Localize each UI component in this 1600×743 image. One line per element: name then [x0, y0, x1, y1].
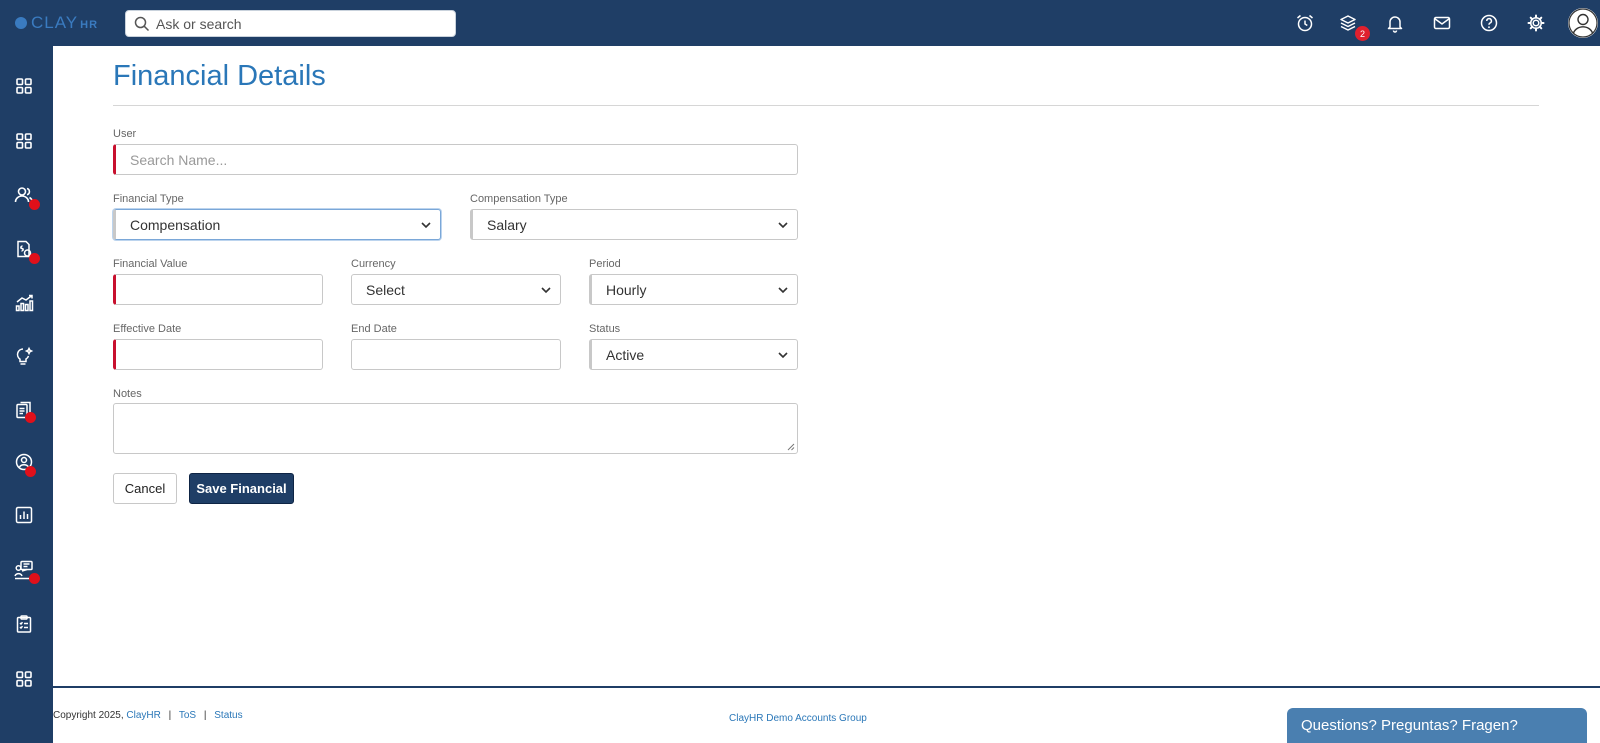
alarm-clock-icon[interactable] — [1293, 11, 1317, 35]
save-financial-button[interactable]: Save Financial — [189, 473, 294, 504]
chevron-down-icon — [778, 287, 788, 294]
title-divider — [113, 105, 1539, 106]
effective-date-input[interactable] — [113, 339, 323, 370]
currency-label: Currency — [351, 258, 396, 270]
financial-type-value: Compensation — [130, 216, 221, 233]
user-label: User — [113, 128, 137, 140]
copyright-text: Copyright 2025, — [53, 710, 124, 721]
notes-textarea[interactable] — [113, 403, 798, 454]
person-alert-dot — [25, 466, 36, 477]
period-select[interactable]: Hourly — [589, 274, 798, 305]
lightbulb-icon[interactable] — [12, 344, 36, 368]
end-date-label: End Date — [351, 323, 397, 335]
search-input[interactable] — [156, 15, 436, 32]
training-alert-dot — [29, 573, 40, 584]
footer-links: Copyright 2025, ClayHR | ToS | Status — [53, 710, 243, 721]
financial-type-label: Financial Type — [113, 193, 184, 205]
effective-date-label: Effective Date — [113, 323, 182, 335]
status-label: Status — [589, 323, 621, 335]
sidebar-grid-icon[interactable] — [12, 667, 36, 691]
top-bar: CLAY HR 2 — [0, 0, 1600, 46]
sidebar — [0, 46, 53, 743]
clipboard-icon[interactable] — [12, 612, 36, 636]
compensation-type-select[interactable]: Salary — [470, 209, 798, 240]
status-value: Active — [606, 346, 645, 363]
compensation-type-label: Compensation Type — [470, 193, 568, 205]
financial-value-input[interactable] — [113, 274, 323, 305]
end-date-input[interactable] — [351, 339, 561, 370]
footer-separator: | — [168, 710, 172, 721]
financial-value-label: Financial Value — [113, 258, 188, 270]
group-name: ClayHR Demo Accounts Group — [729, 713, 867, 724]
period-label: Period — [589, 258, 621, 270]
chevron-down-icon — [541, 287, 551, 294]
growth-chart-icon[interactable] — [12, 291, 36, 315]
logo-text: CLAY — [31, 13, 79, 32]
compensation-type-value: Salary — [487, 216, 527, 233]
user-search-placeholder: Search Name... — [130, 151, 228, 168]
footer-separator: | — [203, 710, 207, 721]
resize-handle-icon[interactable] — [786, 442, 795, 451]
period-value: Hourly — [606, 281, 647, 298]
mail-icon[interactable] — [1430, 11, 1454, 35]
company-link[interactable]: ClayHR — [126, 710, 160, 721]
bell-icon[interactable] — [1383, 11, 1407, 35]
tos-link[interactable]: ToS — [179, 710, 196, 721]
global-search[interactable] — [125, 10, 456, 37]
logo-mark-icon — [15, 17, 27, 29]
chevron-down-icon — [778, 352, 788, 359]
help-icon[interactable] — [1477, 11, 1501, 35]
status-select[interactable]: Active — [589, 339, 798, 370]
user-avatar-icon[interactable] — [1568, 8, 1598, 38]
financial-type-select[interactable]: Compensation — [113, 209, 441, 240]
report-alert-dot — [29, 253, 40, 264]
sidebar-grid-icon[interactable] — [12, 129, 36, 153]
bar-chart-icon[interactable] — [12, 503, 36, 527]
page-title: Financial Details — [113, 60, 326, 92]
notes-label: Notes — [113, 388, 142, 400]
cancel-button[interactable]: Cancel — [113, 473, 177, 504]
user-search-field[interactable]: Search Name... — [113, 144, 798, 175]
documents-alert-dot — [25, 412, 36, 423]
search-icon — [134, 16, 150, 31]
currency-value: Select — [366, 281, 405, 298]
currency-select[interactable]: Select — [351, 274, 561, 305]
sidebar-grid-icon[interactable] — [12, 74, 36, 98]
chat-widget-button[interactable]: Questions? Preguntas? Fragen? — [1287, 708, 1587, 743]
status-link[interactable]: Status — [214, 710, 242, 721]
gear-icon[interactable] — [1524, 11, 1548, 35]
main-content: Financial Details User Search Name... Fi… — [53, 46, 1600, 686]
logo-suffix: HR — [80, 19, 99, 31]
chevron-down-icon — [778, 222, 788, 229]
chevron-down-icon — [421, 222, 431, 229]
notification-badge: 2 — [1355, 26, 1370, 41]
people-alert-dot — [29, 199, 40, 210]
clayhr-logo[interactable]: CLAY HR — [15, 13, 98, 33]
